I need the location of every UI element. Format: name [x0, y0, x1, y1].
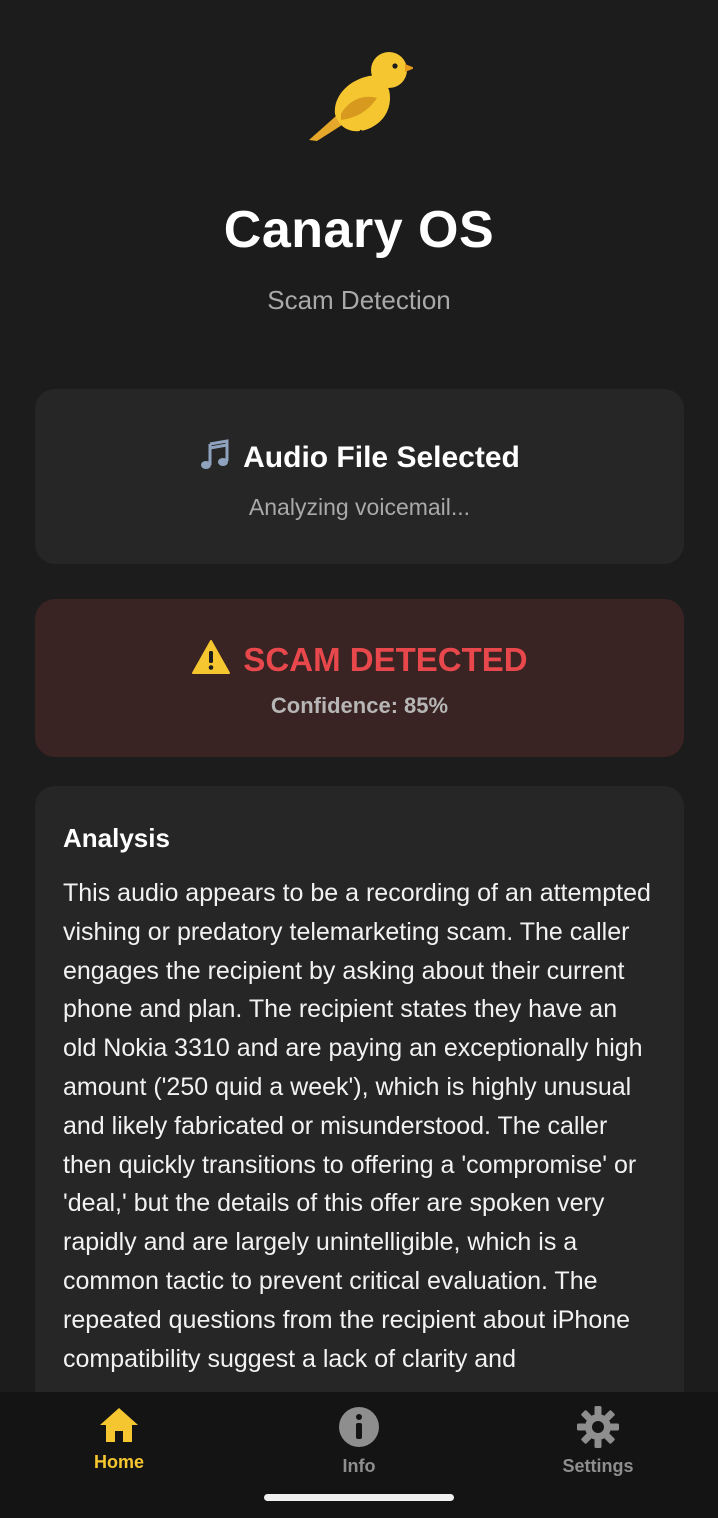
nav-label-settings: Settings [562, 1456, 634, 1476]
canary-bird-icon [305, 44, 415, 144]
music-note-icon [199, 439, 231, 479]
audio-file-card[interactable]: Audio File Selected Analyzing voicemail.… [35, 389, 684, 564]
gear-icon [577, 1406, 619, 1448]
scam-title-row: SCAM DETECTED [35, 639, 684, 683]
app-subtitle: Scam Detection [267, 285, 451, 315]
home-icon [100, 1408, 138, 1442]
nav-label-info: Info [342, 1456, 376, 1476]
analysis-text: This audio appears to be a recording of … [63, 879, 651, 1373]
confidence-label: Confidence: [270, 693, 399, 718]
analysis-card[interactable]: Analysis This audio appears to be a reco… [35, 786, 684, 1486]
warning-icon [191, 639, 231, 683]
scam-title: SCAM DETECTED [243, 641, 528, 678]
nav-item-settings[interactable]: Settings [528, 1406, 668, 1477]
audio-file-status: Analyzing voicemail... [248, 494, 471, 520]
app-title: Canary OS [223, 201, 495, 259]
nav-label-home: Home [93, 1452, 144, 1472]
nav-item-info[interactable]: Info [289, 1406, 429, 1477]
nav-item-home[interactable]: Home [49, 1406, 189, 1473]
audio-file-title: Audio File Selected [243, 441, 520, 474]
analysis-heading: Analysis [63, 823, 170, 853]
confidence-text: Confidence: 85% [35, 693, 684, 719]
confidence-value: 85% [404, 693, 449, 718]
scam-result-card: SCAM DETECTED Confidence: 85% [35, 599, 684, 757]
info-icon [339, 1407, 379, 1447]
audio-file-title-row: Audio File Selected [35, 439, 684, 479]
home-indicator-bar [264, 1494, 454, 1501]
